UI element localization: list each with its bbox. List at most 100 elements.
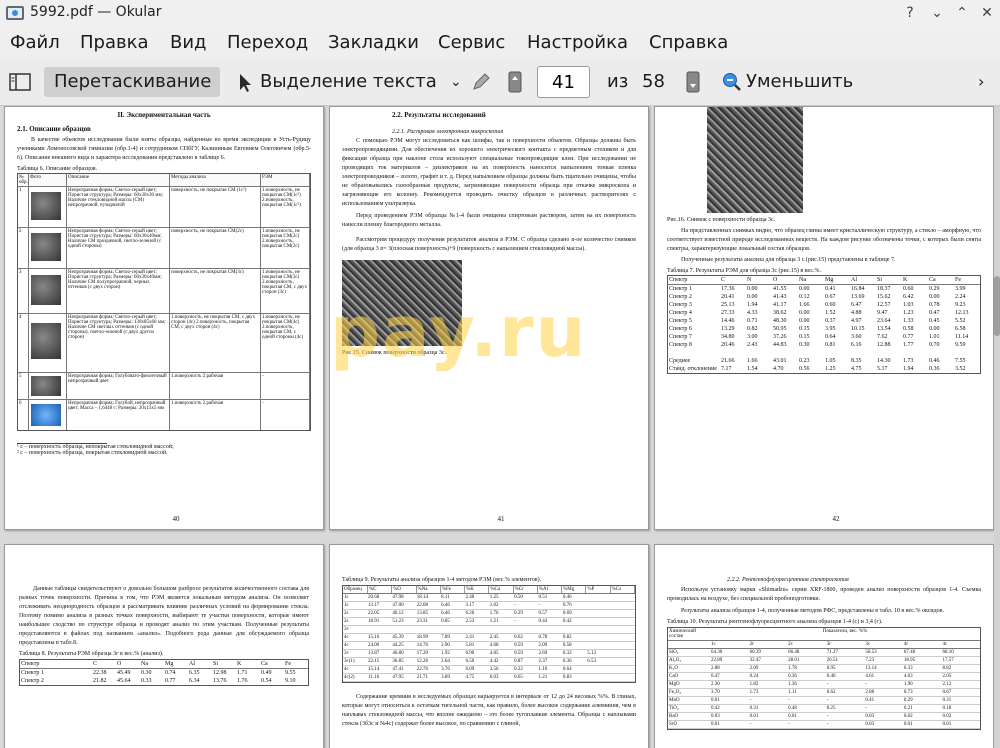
table-cell: 6.35 [189,670,200,676]
table-cell [586,602,610,609]
table-7-header-cell: Fe [955,277,961,283]
table-cell: 2.41 [465,635,475,640]
table-cell: 4.88 [851,310,862,316]
table-cell: 15.16 [368,635,380,640]
table-cell: 0.36 [788,674,797,679]
table-cell: 25.13 [721,302,735,308]
table-cell: 2.64 [441,659,450,664]
table-cell: 0.23 [799,358,810,364]
table-cell [611,594,635,601]
menu-view[interactable]: Вид [170,32,207,53]
table-cell: 23.31 [416,619,428,624]
toolbar-overflow-chevron-icon[interactable]: › [978,67,984,97]
table-cell: 8.82 [942,666,952,671]
table-7-header-cell: Al [851,277,857,283]
menu-file[interactable]: Файл [10,32,60,53]
table-cell: 1.25 [825,366,836,372]
table-row: 3 Непрозрачная форма; Светло-серый цвет;… [18,269,310,314]
page-number-input[interactable]: 41 [537,66,590,98]
previous-page-icon[interactable] [508,71,522,93]
table-cell: CaO [669,674,679,679]
table-cell: Непрозрачная форма; Голубой, непрозрачны… [67,400,170,430]
watermark-text: pay.ru [330,291,588,373]
table-cell: 6.47 [851,302,862,308]
table-row: MnO 0.01 - - - 0.41 0.29 0.31 [668,697,980,705]
sidebar-toggle-icon[interactable] [9,73,31,91]
table-cell: 3.95 [825,326,836,332]
table-cell: 6.90 [465,651,475,656]
page-of-label: из [607,71,629,92]
help-icon[interactable]: ? [900,3,920,23]
maximize-icon[interactable]: ⌃ [952,3,972,23]
table-cell: 0.15 [799,334,810,340]
table-7-body: Спектр 1 17.36 0.00 41.55 0.00 0.41 16.84 18.37… [668,285,980,373]
table-cell: 4.70 [773,366,784,372]
menu-tools[interactable]: Сервис [438,32,505,53]
table-7-header-cell: N [747,277,752,283]
table-7-header-cell: Si [877,277,883,283]
table-row: BaO 0.03 0.01 0.01 - 0.03 0.02 0.02 [668,713,980,721]
table-row: 4с 15.16 45.39 18.99 7.89 2.41 2.45 0.62 0.78 0.8… [343,634,635,642]
table-cell: 1.92 [441,651,450,656]
menu-help[interactable]: Справка [649,32,728,53]
table-row: 2с 22.05 46.12 13.85 6.46 6.26 1.76 0.29 0.57 0.6… [343,610,635,618]
table-cell: BaO [669,714,679,719]
table-cell: - [865,682,867,687]
page-44[interactable]: Таблица 9. Результаты анализа образцов 1… [329,544,649,748]
table-cell [562,626,586,633]
table-row: 4с 24.00 44.25 14.76 2.90 5.81 4.68 0.59 2.09 0.5… [343,642,635,650]
table-cell: 0.46 [562,595,572,600]
window-title: 5992.pdf — Okular [30,4,162,20]
menu-edit[interactable]: Правка [80,32,149,53]
scrollbar-thumb[interactable] [994,276,1000,336]
table-row: TiO₂ 0.42 0.31 0.48 0.25 - 0.21 0.18 [668,705,980,713]
chevron-down-icon[interactable]: ⌄ [450,67,462,97]
table-cell: SiO₂ [669,650,679,655]
page-41-body-1: С помощью РЭМ могут исследоваться как шл… [342,138,636,207]
table-row: Fe₂O₃ 3.70 1.73 1.11 0.62 2.88 0.73 0.67 [668,689,980,697]
document-viewport[interactable]: II. Экспериментальная часть 2.1. Описани… [0,106,1000,748]
table-cell: 0.01 [749,714,759,719]
next-page-icon[interactable] [686,71,700,93]
menu-go[interactable]: Переход [227,32,308,53]
minimize-icon[interactable]: ⌄ [927,3,947,23]
table-cell: 0.57 [538,611,548,616]
table-7: Спектр C N O Na Mg Al Si K Ca Fe Спектр … [667,275,981,374]
zoom-out-button[interactable]: Уменьшить [746,67,853,97]
text-select-tool-button[interactable]: Выделение текста [260,67,437,97]
annotation-pen-icon[interactable] [471,72,491,92]
table-cell: 0.60 [825,302,836,308]
table-cell: 15.14 [368,667,380,672]
table-cell [464,626,488,633]
page-43[interactable]: Данные таблицы свидетельствуют о довольн… [4,544,324,748]
sample-photo [31,233,61,261]
close-icon[interactable]: ✕ [977,3,997,23]
zoom-out-icon[interactable] [722,72,742,92]
page-41-body-3: Рассмотрим процедуру получения результат… [342,237,636,252]
table-cell: 1.76 [489,611,499,616]
menu-settings[interactable]: Настройка [527,32,628,53]
page-number-40: 40 [172,515,180,523]
page-40[interactable]: II. Экспериментальная часть 2.1. Описани… [4,106,324,530]
page-number-value: 41 [552,72,575,93]
page-45-body-1: Используя установку марки «Shimadzu» сер… [667,587,981,602]
page-42[interactable]: Рис.16. Снимок с поверхности образца 3с.… [654,106,994,530]
table-cell: 22.05 [368,611,380,616]
browse-tool-button[interactable]: Перетаскивание [44,67,220,97]
table-8-header-cell: Спектр [21,661,40,667]
table-row: 6 Непрозрачная форма; Голубой, непрозрач… [18,400,310,430]
page-41-subheading: 2.2.1. Растровая электронная микроскопия [392,129,504,135]
table-cell: 0.33 [141,678,152,684]
table-cell: TiO₂ [669,706,679,711]
table-cell: 28.01 [788,658,800,663]
page-45[interactable]: 2.2.2. Рентгенофлуоресцентная спектроско… [654,544,994,748]
menu-bookmarks[interactable]: Закладки [328,32,419,53]
table-cell: 0.82 [747,326,758,332]
vertical-scrollbar[interactable] [994,106,1000,748]
table-cell: Непрозрачная форма; Светло-серый цвет; П… [67,269,170,313]
table-cell: 47.41 [392,667,404,672]
table-cell: 2.90 [441,643,450,648]
table-cell: 1.25 [489,595,499,600]
table-6-header-methods: Методы анализа [170,174,261,186]
table-cell: 1.поверхность, не покрытая СМ, с двух ст… [170,314,261,372]
